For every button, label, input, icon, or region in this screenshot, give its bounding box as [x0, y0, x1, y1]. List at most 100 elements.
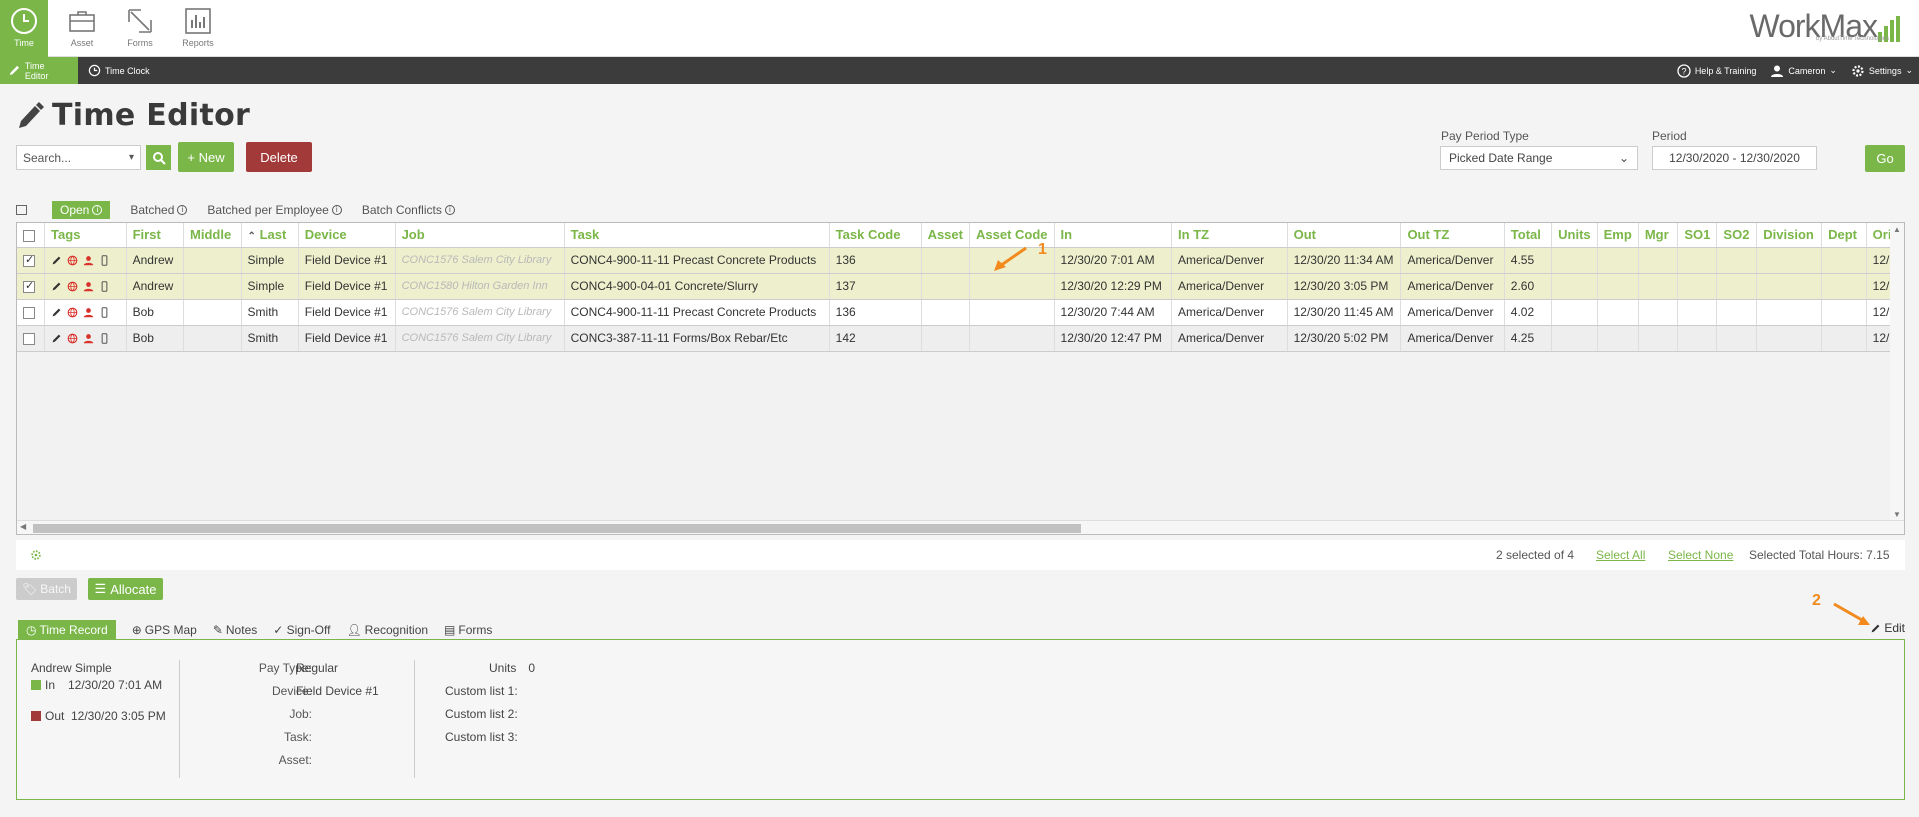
mobile-device-icon[interactable] [99, 332, 110, 344]
clock-icon [11, 8, 37, 34]
col-header-so1[interactable]: SO1 [1677, 223, 1718, 248]
period-input[interactable]: 12/30/2020 - 12/30/2020 [1652, 146, 1817, 170]
tab-time-clock[interactable]: Time Clock [80, 57, 158, 84]
tab-time-editor[interactable]: Time Editor [0, 57, 78, 84]
app-nav-forms[interactable]: Forms [116, 0, 164, 57]
tab-forms[interactable]: ▤ Forms [444, 623, 492, 637]
column-chooser-icon[interactable] [16, 205, 27, 215]
select-all-checkbox-cell[interactable] [17, 223, 46, 248]
col-header-first[interactable]: First [126, 223, 185, 248]
globe-icon[interactable] [67, 307, 78, 318]
col-header-job[interactable]: Job [395, 223, 565, 248]
user-icon[interactable] [83, 333, 94, 344]
row-checkbox[interactable] [23, 306, 35, 319]
tab-notes[interactable]: ✎ Notes [213, 623, 257, 637]
clock-icon [88, 64, 101, 77]
row-checkbox[interactable] [23, 253, 35, 267]
pencil-icon[interactable] [51, 307, 62, 318]
col-header-device[interactable]: Device [298, 223, 396, 248]
search-input[interactable]: Search... ▾ [16, 145, 141, 170]
col-header-dept[interactable]: Dept [1821, 223, 1867, 248]
col-header-so2[interactable]: SO2 [1716, 223, 1758, 248]
settings-menu[interactable]: Settings ⌄ [1851, 64, 1913, 78]
table-row[interactable]: Andrew SimpleField Device #1CONC1580 Hilt… [17, 273, 1904, 300]
col-header-middle[interactable]: Middle [183, 223, 242, 248]
tab-recognition[interactable]: 👤︎ Recognition [346, 623, 428, 637]
tab-batched[interactable]: Batched i [130, 203, 188, 217]
col-header-task[interactable]: Task [564, 223, 830, 248]
col-header-division[interactable]: Division [1756, 223, 1823, 248]
help-training-link[interactable]: ? Help & Training [1677, 63, 1756, 78]
table-row[interactable]: Andrew SimpleField Device #1CONC1576 Sale… [17, 247, 1904, 274]
tab-sign-off[interactable]: ✓ Sign-Off [273, 623, 330, 637]
globe-icon[interactable] [67, 333, 78, 344]
col-header-task-code[interactable]: Task Code [829, 223, 922, 248]
tab-open[interactable]: Open i [52, 201, 111, 219]
globe-icon[interactable] [67, 255, 78, 266]
col-header-mgr[interactable]: Mgr [1638, 223, 1679, 248]
select-none-link[interactable]: Select None [1668, 548, 1733, 562]
select-all-link[interactable]: Select All [1596, 548, 1645, 562]
new-button[interactable]: + New [178, 142, 234, 172]
allocate-button[interactable]: ☰ Allocate [88, 578, 163, 600]
col-header-units[interactable]: Units [1551, 223, 1598, 248]
col-header-last[interactable]: ⌃ Last [241, 223, 299, 248]
app-nav-asset[interactable]: Asset [58, 0, 106, 57]
row-checkbox[interactable] [23, 332, 35, 345]
col-header-emp[interactable]: Emp [1597, 223, 1639, 248]
go-button[interactable]: Go [1865, 145, 1905, 172]
tab-time-record[interactable]: ◷ Time Record [18, 620, 116, 639]
row-checkbox-cell[interactable] [17, 325, 46, 352]
col-header-asset[interactable]: Asset [921, 223, 970, 248]
table-row[interactable]: Bob Smith Field Device #1 CONC1576 Salem Ci… [17, 299, 1904, 326]
cell-asset [921, 299, 970, 326]
horizontal-scrollbar[interactable]: ◀ [17, 520, 1904, 534]
select-all-checkbox[interactable] [23, 229, 35, 242]
row-tags [51, 306, 120, 318]
scroll-left-arrow[interactable]: ◀ [20, 522, 26, 531]
selection-count: 2 selected of 4 [1496, 548, 1575, 562]
batch-button[interactable]: 🏷︎ Batch [16, 578, 77, 600]
col-header-tags[interactable]: Tags [44, 223, 127, 248]
vertical-scrollbar[interactable]: ▲ ▼ [1890, 223, 1904, 521]
app-nav-reports[interactable]: Reports [174, 0, 222, 57]
row-checkbox-cell[interactable] [17, 247, 46, 274]
mobile-device-icon[interactable] [99, 280, 110, 292]
out-label: Out [45, 708, 65, 723]
horizontal-scroll-thumb[interactable] [33, 524, 1081, 533]
gear-icon[interactable] [30, 549, 42, 561]
row-checkbox-cell[interactable] [17, 273, 46, 300]
user-menu[interactable]: Cameron ⌄ [1770, 64, 1837, 78]
tab-batch-conflicts[interactable]: Batch Conflicts i [362, 203, 455, 217]
pencil-icon[interactable] [51, 281, 62, 292]
scroll-down-arrow[interactable]: ▼ [1893, 510, 1901, 519]
row-checkbox[interactable] [23, 279, 35, 293]
table-row[interactable]: Bob Smith Field Device #1 CONC1576 Salem Ci… [17, 325, 1904, 352]
row-checkbox-cell[interactable] [17, 299, 46, 326]
globe-icon[interactable] [67, 281, 78, 292]
delete-button[interactable]: Delete [246, 142, 312, 172]
user-icon[interactable] [83, 255, 94, 266]
user-icon[interactable] [83, 307, 94, 318]
user-icon[interactable] [83, 281, 94, 292]
app-nav-time[interactable]: Time [0, 0, 48, 57]
tab-batched-per-employee[interactable]: Batched per Employee i [207, 203, 342, 217]
scroll-up-arrow[interactable]: ▲ [1893, 225, 1901, 234]
cell-job: CONC1576 Salem City Library [395, 325, 565, 352]
col-header-out-tz[interactable]: Out TZ [1400, 223, 1505, 248]
custom-list-3-label: Custom list 3: [445, 729, 518, 744]
search-button[interactable] [146, 145, 171, 170]
col-header-total[interactable]: Total [1504, 223, 1553, 248]
divider [179, 660, 180, 778]
edit-button[interactable]: Edit [1870, 621, 1905, 635]
pay-period-type-value: Picked Date Range [1449, 151, 1553, 165]
tab-gps-map[interactable]: ⊕ GPS Map [132, 623, 197, 637]
col-header-in-tz[interactable]: In TZ [1171, 223, 1288, 248]
pencil-icon[interactable] [51, 333, 62, 344]
pay-period-type-select[interactable]: Picked Date Range ⌄ [1440, 146, 1638, 170]
mobile-device-icon[interactable] [99, 306, 110, 318]
mobile-device-icon[interactable] [99, 254, 110, 266]
col-header-in[interactable]: In [1054, 223, 1173, 248]
pencil-icon[interactable] [51, 255, 62, 266]
col-header-out[interactable]: Out [1287, 223, 1402, 248]
